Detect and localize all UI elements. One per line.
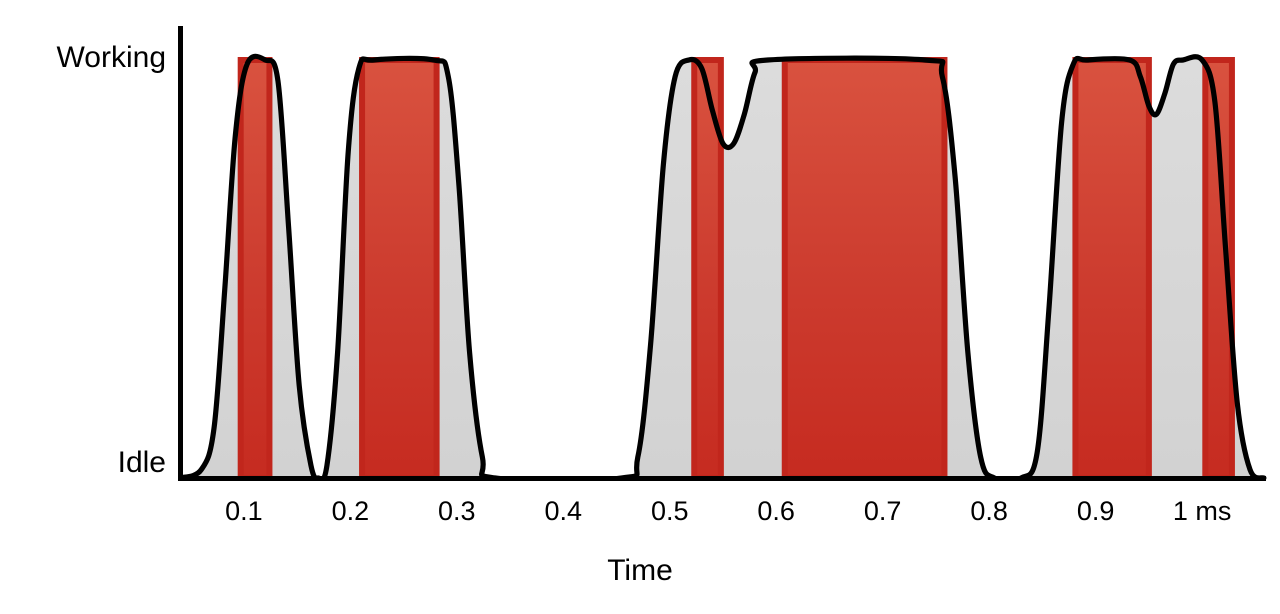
x-tick-label: 0.6	[757, 496, 795, 526]
y-tick-label-working: Working	[56, 41, 166, 74]
x-tick-label: 0.3	[438, 496, 476, 526]
x-tick-label: 0.4	[544, 496, 583, 526]
x-axis-title: Time	[607, 554, 673, 587]
active-interval-bar	[781, 57, 948, 481]
activity-timeline-chart: Working Idle 0.1 0.2 0.3 0.4 0.5 0.6 0.7 0.8 0.9…	[0, 0, 1280, 614]
x-tick-label: 0.1	[225, 496, 263, 526]
x-tick-label: 0.9	[1076, 496, 1115, 526]
y-tick-label-idle: Idle	[117, 446, 166, 479]
active-interval-bar	[237, 57, 273, 481]
x-tick-label: 1 ms	[1172, 496, 1232, 526]
x-tick-label: 0.2	[331, 496, 370, 526]
x-tick-label: 0.5	[651, 496, 689, 526]
active-interval-bar	[359, 57, 440, 481]
x-tick-label: 0.7	[863, 496, 902, 526]
active-interval-bar	[1072, 57, 1152, 481]
x-tick-label: 0.8	[970, 496, 1008, 526]
